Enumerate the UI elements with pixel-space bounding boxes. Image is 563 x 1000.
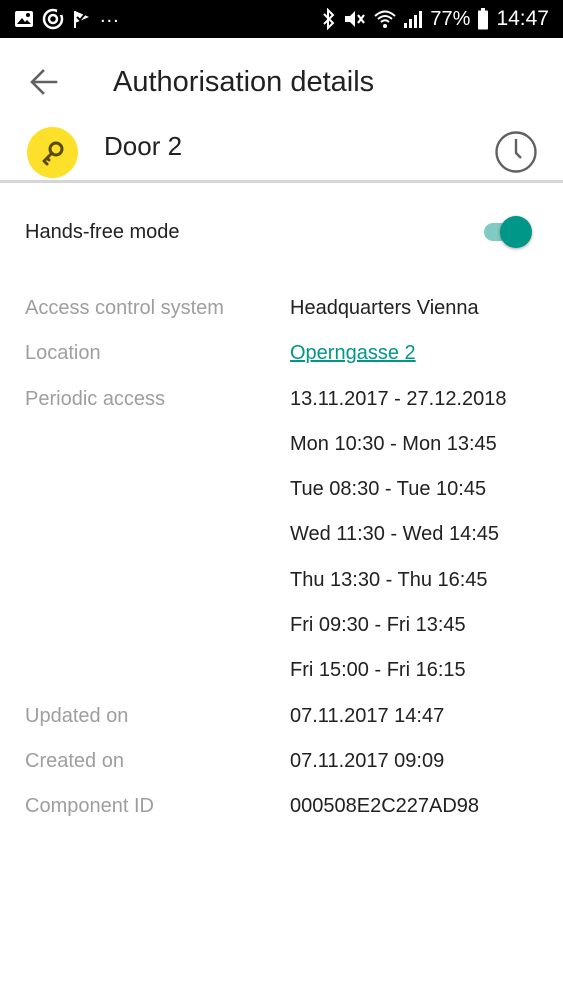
image-icon [14, 10, 34, 28]
signal-icon [403, 9, 423, 29]
updated-on-value: 07.11.2017 14:47 [290, 705, 445, 727]
check-flag-icon [72, 9, 92, 29]
notification-overflow: ... [100, 4, 120, 27]
key-icon [42, 141, 63, 165]
updated-on-label: Updated on [25, 705, 129, 727]
door-name: Door 2 [104, 131, 183, 161]
periodic-access-slot: Mon 10:30 - Mon 13:45 [290, 433, 497, 455]
status-bar-system: 77% 14:47 [322, 0, 549, 38]
location-link[interactable]: Operngasse 2 [290, 338, 416, 368]
toggle-thumb[interactable] [500, 216, 532, 248]
periodic-access-label: Periodic access [25, 388, 166, 410]
clock-icon [495, 131, 537, 173]
status-bar: ... 77% 14:47 [0, 0, 563, 38]
battery-percentage: 77% [430, 7, 471, 30]
arrow-back-icon [30, 69, 58, 95]
bluetooth-icon [322, 8, 336, 30]
page-title: Authorisation details [113, 66, 375, 98]
created-on-label: Created on [25, 750, 124, 772]
history-button[interactable] [493, 129, 539, 175]
hands-free-label: Hands-free mode [25, 221, 180, 243]
component-id-value: 000508E2C227AD98 [290, 795, 480, 817]
target-icon [42, 8, 64, 30]
door-badge [27, 127, 78, 178]
wifi-icon [374, 9, 397, 29]
app-bar: Authorisation details [0, 38, 563, 128]
periodic-access-slot: Fri 15:00 - Fri 16:15 [290, 659, 466, 681]
back-button[interactable] [24, 62, 64, 102]
periodic-access-slot: Wed 11:30 - Wed 14:45 [290, 523, 500, 545]
status-bar-notifications: ... [14, 0, 120, 38]
periodic-access-slot: Thu 13:30 - Thu 16:45 [290, 569, 488, 591]
access-control-system-value: Headquarters Vienna [290, 297, 479, 319]
component-id-label: Component ID [25, 795, 154, 817]
header-divider [0, 180, 563, 183]
periodic-access-slot: Tue 08:30 - Tue 10:45 [290, 478, 487, 500]
created-on-value: 07.11.2017 09:09 [290, 750, 445, 772]
periodic-access-range: 13.11.2017 - 27.12.2018 [290, 388, 507, 410]
clock-time: 14:47 [496, 7, 549, 30]
access-control-system-label: Access control system [25, 297, 224, 319]
battery-icon [477, 8, 489, 30]
door-header: Door 2 [0, 120, 563, 182]
location-label: Location [25, 342, 101, 364]
hands-free-toggle[interactable] [482, 215, 534, 249]
mute-icon [343, 8, 367, 30]
periodic-access-slot: Fri 09:30 - Fri 13:45 [290, 614, 466, 636]
